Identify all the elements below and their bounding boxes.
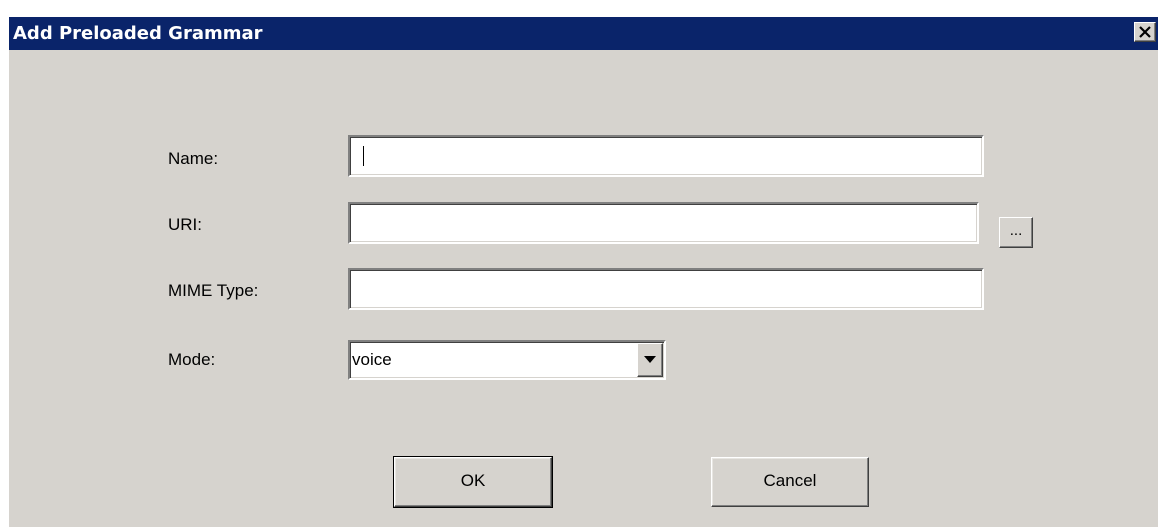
- mode-select[interactable]: voice: [348, 340, 666, 380]
- name-label: Name:: [168, 149, 219, 168]
- text-caret: [363, 146, 364, 166]
- add-preloaded-grammar-dialog: Add Preloaded Grammar Name: URI: ... MIM…: [8, 17, 1158, 527]
- mime-type-field[interactable]: [348, 268, 984, 310]
- cancel-button[interactable]: Cancel: [711, 457, 869, 507]
- mode-label: Mode:: [168, 350, 216, 369]
- close-icon: [1139, 26, 1151, 38]
- mode-selected-value: voice: [352, 350, 392, 369]
- close-button[interactable]: [1134, 22, 1156, 42]
- browse-button[interactable]: ...: [999, 217, 1033, 248]
- mime-type-label: MIME Type:: [168, 281, 259, 300]
- mode-dropdown-button[interactable]: [637, 343, 663, 377]
- dialog-title: Add Preloaded Grammar: [13, 23, 263, 44]
- name-field[interactable]: [348, 135, 984, 177]
- title-bar[interactable]: Add Preloaded Grammar: [9, 17, 1158, 50]
- chevron-down-icon: [644, 356, 656, 363]
- ok-button[interactable]: OK: [393, 456, 553, 508]
- uri-field[interactable]: [348, 202, 979, 244]
- uri-label: URI:: [168, 215, 202, 234]
